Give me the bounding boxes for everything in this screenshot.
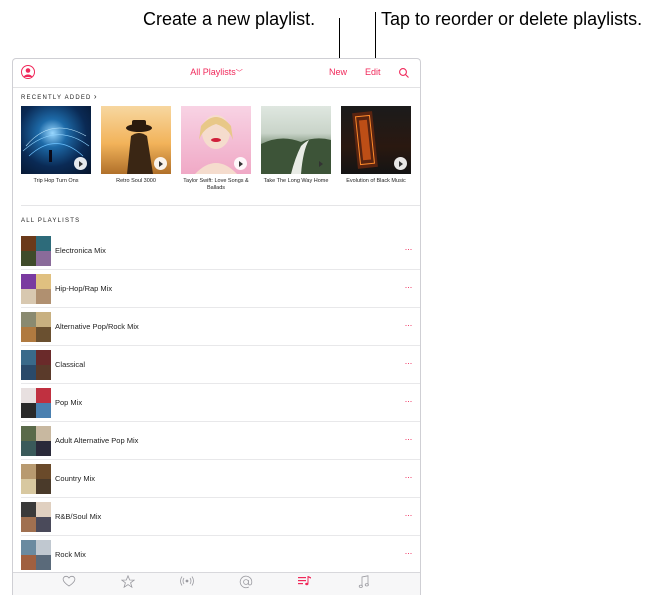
more-options-icon[interactable]: ··· (405, 510, 413, 520)
playlist-row[interactable]: R&B/Soul Mix ··· (21, 498, 420, 536)
all-playlists-header: ALL PLAYLISTS (21, 218, 81, 224)
play-icon[interactable] (234, 157, 247, 170)
album-card[interactable]: Taylor Swift: Love Songs & Ballads (181, 106, 251, 192)
playlist-row[interactable]: Rock Mix ··· (21, 536, 420, 574)
search-icon[interactable] (398, 66, 410, 78)
music-note-icon (358, 575, 369, 588)
playlist-artwork (21, 274, 51, 304)
at-icon (239, 575, 253, 589)
tab-new[interactable] (118, 575, 138, 593)
radio-icon (180, 576, 194, 586)
playlist-artwork (21, 236, 51, 266)
playlist-artwork (21, 464, 51, 494)
playlist-artwork (21, 350, 51, 380)
playlist-artwork (21, 312, 51, 342)
playlist-artwork (21, 502, 51, 532)
album-title: Retro Soul 3000 (116, 178, 156, 184)
album-cover (21, 106, 91, 174)
playlist-name: Hip-Hop/Rap Mix (55, 284, 113, 293)
play-icon[interactable] (394, 157, 407, 170)
more-options-icon[interactable]: ··· (405, 244, 413, 254)
playlist-icon (298, 576, 311, 586)
album-cover (101, 106, 171, 174)
tab-playlists[interactable] (295, 575, 315, 593)
playlist-row[interactable]: Classical ··· (21, 346, 420, 384)
album-cover (341, 106, 411, 174)
more-options-icon[interactable]: ··· (405, 320, 413, 330)
tab-radio[interactable] (177, 575, 197, 593)
play-icon[interactable] (314, 157, 327, 170)
nav-title-label: All Playlists (190, 67, 236, 77)
album-title: Take The Long Way Home (263, 178, 329, 184)
recently-added-header[interactable]: RECENTLY ADDED › (21, 92, 96, 101)
playlist-row[interactable]: Alternative Pop/Rock Mix ··· (21, 308, 420, 346)
album-title: Evolution of Black Music (346, 178, 406, 184)
heart-icon (62, 575, 76, 587)
chevron-down-icon: ﹀ (235, 70, 243, 77)
album-card[interactable]: Retro Soul 3000 (101, 106, 171, 185)
section-divider (21, 205, 420, 206)
star-icon (121, 575, 135, 588)
more-options-icon[interactable]: ··· (405, 434, 413, 444)
edit-button[interactable]: Edit (365, 67, 381, 77)
recently-added-label: RECENTLY ADDED (21, 95, 92, 101)
album-cover (181, 106, 251, 174)
tab-connect[interactable] (236, 575, 256, 593)
playlist-name: Alternative Pop/Rock Mix (55, 322, 139, 331)
playlist-name: R&B/Soul Mix (55, 512, 102, 521)
playlist-row[interactable]: Electronica Mix ··· (21, 232, 420, 270)
album-card[interactable]: Trip Hop Turn Ons (21, 106, 91, 185)
playlist-row[interactable]: Hip-Hop/Rap Mix ··· (21, 270, 420, 308)
chevron-right-icon: › (91, 92, 97, 101)
playlist-row[interactable]: Country Mix ··· (21, 460, 420, 498)
playlist-artwork (21, 540, 51, 570)
playlist-name: Classical (55, 360, 86, 369)
ipad-screen: All Playlists﹀ New Edit RECENTLY ADDED ›… (12, 58, 421, 595)
play-icon[interactable] (154, 157, 167, 170)
tab-my-music[interactable] (354, 575, 374, 593)
playlist-name: Electronica Mix (55, 246, 106, 255)
playlist-artwork (21, 388, 51, 418)
playlist-row[interactable]: Adult Alternative Pop Mix ··· (21, 422, 420, 460)
playlist-name: Adult Alternative Pop Mix (55, 436, 139, 445)
playlist-name: Pop Mix (55, 398, 83, 407)
tab-for-you[interactable] (59, 575, 79, 593)
album-card[interactable]: Evolution of Black Music (341, 106, 411, 185)
playlist-artwork (21, 426, 51, 456)
more-options-icon[interactable]: ··· (405, 358, 413, 368)
more-options-icon[interactable]: ··· (405, 282, 413, 292)
more-options-icon[interactable]: ··· (405, 396, 413, 406)
album-title: Trip Hop Turn Ons (33, 178, 79, 184)
playlists-filter-dropdown[interactable]: All Playlists﹀ (13, 67, 420, 78)
callout-edit-playlists: Tap to reorder or delete playlists. (381, 9, 643, 29)
more-options-icon[interactable]: ··· (405, 472, 413, 482)
album-cover (261, 106, 331, 174)
playlist-row[interactable]: Pop Mix ··· (21, 384, 420, 422)
album-title: Taylor Swift: Love Songs & Ballads (183, 178, 249, 191)
more-options-icon[interactable]: ··· (405, 548, 413, 558)
playlist-name: Country Mix (55, 474, 96, 483)
callout-new-playlist: Create a new playlist. (143, 9, 316, 29)
navigation-bar: All Playlists﹀ New Edit (13, 59, 420, 88)
album-card[interactable]: Take The Long Way Home (261, 106, 331, 185)
play-icon[interactable] (74, 157, 87, 170)
playlist-name: Rock Mix (55, 550, 86, 559)
new-playlist-button[interactable]: New (329, 67, 347, 77)
